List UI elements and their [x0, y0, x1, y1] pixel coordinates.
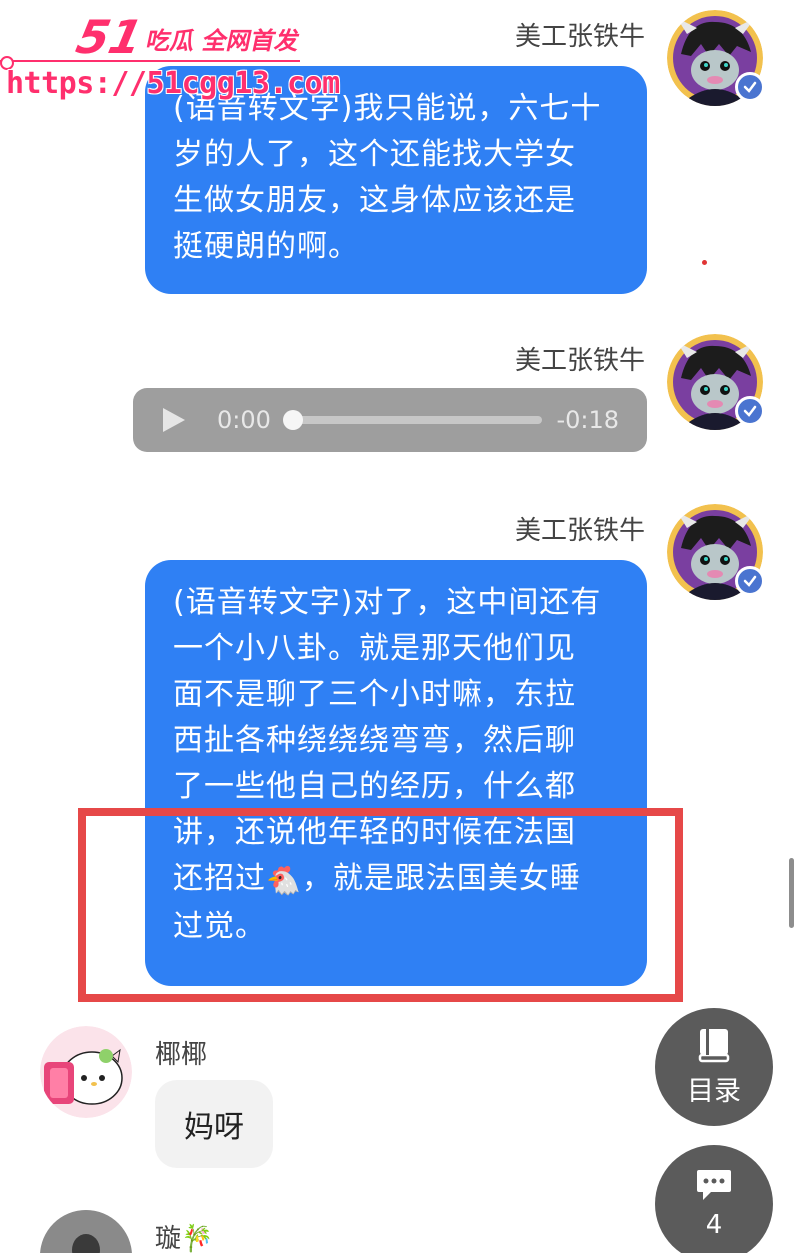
watermark-text: 吃瓜 全网首发 — [143, 27, 303, 55]
verified-badge-icon — [735, 72, 765, 102]
audio-progress-knob[interactable] — [282, 410, 303, 430]
comments-count: 4 — [705, 1210, 723, 1240]
red-dot — [702, 260, 707, 265]
watermark-brand: 51 吃瓜 全网首发 — [71, 10, 306, 64]
highlight-frame — [78, 808, 683, 1002]
audio-current-time: 0:00 — [217, 406, 271, 434]
sender-avatar[interactable] — [667, 334, 765, 430]
sender-avatar[interactable] — [667, 504, 765, 600]
audio-remaining-time: -0:18 — [556, 406, 619, 434]
watermark-url: https://51cgg13.com — [6, 66, 340, 101]
bamboo-emoji: 🎋 — [181, 1224, 214, 1253]
comments-button[interactable]: 4 — [655, 1145, 773, 1253]
reply-sender-name: 璇🎋 — [155, 1218, 213, 1253]
reply-text: 妈呀 — [184, 1110, 244, 1145]
comment-icon — [697, 1170, 731, 1200]
audio-player[interactable]: 0:00 -0:18 — [133, 388, 647, 452]
catalog-button[interactable]: 目录 — [655, 1008, 773, 1126]
reply-sender-name-text: 璇 — [155, 1224, 182, 1253]
book-icon — [698, 1028, 730, 1062]
message-text: (语音转文字)我只能说，六七十 岁的人了，这个还能找大学女 生做女朋友，这身体应… — [173, 91, 602, 264]
watermark-number: 51 — [71, 10, 148, 64]
scrollbar[interactable] — [789, 858, 794, 928]
sender-name: 美工张铁牛 — [514, 22, 645, 52]
chat-screen: 美工张铁牛 (语音转文字)我只能说，六七十 岁的人了，这个还能找大学女 生做女朋… — [0, 0, 800, 1253]
audio-progress-track[interactable] — [282, 410, 543, 430]
sender-name: 美工张铁牛 — [514, 346, 645, 376]
reply-sender-name: 椰椰 — [155, 1040, 208, 1070]
sender-name: 美工张铁牛 — [514, 516, 645, 546]
sender-avatar[interactable] — [667, 10, 765, 106]
play-icon[interactable] — [161, 406, 187, 434]
verified-badge-icon — [735, 566, 765, 596]
catalog-label: 目录 — [687, 1075, 741, 1107]
reply-bubble[interactable]: 妈呀 — [155, 1080, 273, 1168]
watermark-divider — [0, 56, 300, 70]
user-avatar[interactable] — [40, 1210, 132, 1253]
verified-badge-icon — [735, 396, 765, 426]
user-avatar[interactable] — [40, 1026, 132, 1118]
